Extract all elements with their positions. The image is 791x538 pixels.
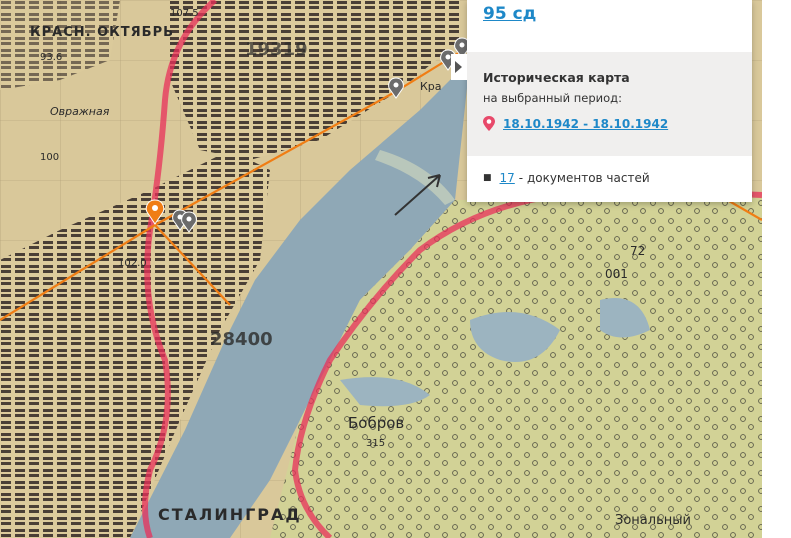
label-ovrazhnaya: Овражная	[50, 105, 110, 118]
label-zonalny: Зональный	[615, 513, 691, 528]
popup-heading: Историческая карта	[483, 70, 630, 85]
label-stalingrad: СТАЛИНГРАД	[158, 505, 302, 524]
right-gutter	[762, 0, 791, 538]
label-height-72: 72	[630, 244, 645, 258]
label-grid-28400: 28400	[210, 329, 273, 350]
label-height-936: 93.6	[40, 52, 62, 63]
label-height-001: 001	[605, 267, 628, 281]
label-height-1020: 102.0	[118, 258, 147, 269]
label-kra: Кра	[420, 80, 442, 93]
label-height-1075: 107.5	[170, 8, 199, 19]
label-grid-19319: 19319	[245, 39, 308, 60]
label-district: КРАСН. ОКТЯБРЬ	[30, 25, 174, 40]
documents-count-link[interactable]: 17	[500, 171, 515, 185]
label-height-315: 315	[366, 438, 385, 449]
period-row: 18.10.1942 - 18.10.1942	[483, 116, 668, 131]
popup-info-box: Историческая карта на выбранный период: …	[467, 52, 752, 156]
info-popup: 95 сд Историческая карта на выбранный пе…	[451, 0, 752, 202]
caret-right-icon[interactable]	[451, 54, 467, 80]
documents-row: ■ 17 - документов частей	[483, 171, 650, 185]
popup-subheading: на выбранный период:	[483, 91, 622, 105]
documents-label: - документов частей	[518, 171, 650, 185]
label-bobrov: Бобров	[348, 414, 404, 432]
unit-title-link[interactable]: 95 сд	[483, 4, 536, 24]
bullet-icon: ■	[483, 173, 492, 183]
period-link[interactable]: 18.10.1942 - 18.10.1942	[503, 117, 668, 131]
map-pin-icon	[483, 116, 495, 131]
label-contour-100: 100	[40, 152, 59, 163]
